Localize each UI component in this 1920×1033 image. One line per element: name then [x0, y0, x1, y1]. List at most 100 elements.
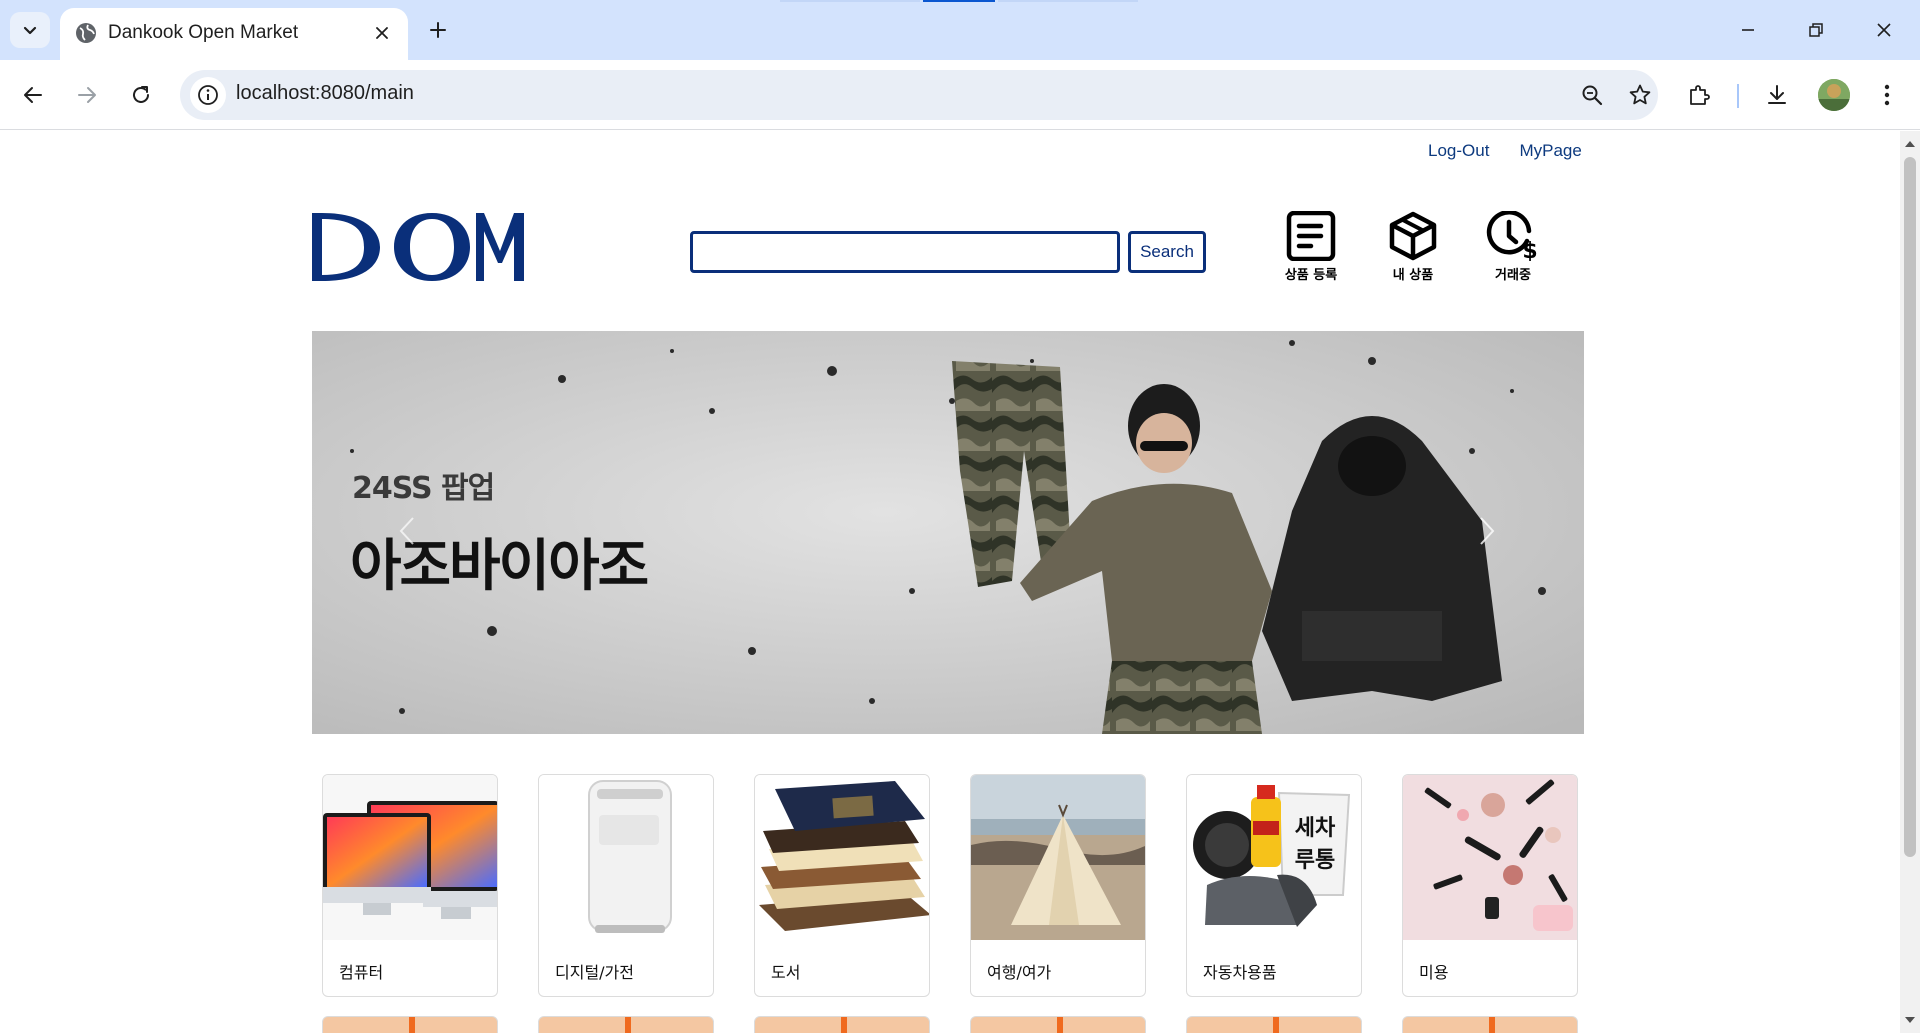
- triangle-up-icon: [1905, 141, 1915, 147]
- category-card-travel[interactable]: 여행/여가: [970, 774, 1146, 997]
- svg-text:$: $: [1522, 239, 1537, 261]
- scroll-down-arrow[interactable]: [1904, 1015, 1916, 1025]
- chevron-left-icon: [399, 517, 414, 545]
- minimize-button[interactable]: [1720, 8, 1776, 52]
- product-card-partial[interactable]: [970, 1016, 1146, 1033]
- banner-subtitle: 24SS 팝업: [352, 471, 495, 506]
- minimize-icon: [1742, 29, 1754, 31]
- chevron-right-icon: [1480, 517, 1495, 545]
- product-card-partial[interactable]: [1402, 1016, 1578, 1033]
- scrollbar-thumb[interactable]: [1904, 157, 1916, 857]
- product-card-partial[interactable]: [322, 1016, 498, 1033]
- search-button[interactable]: Search: [1128, 231, 1206, 273]
- product-image-partial: [1489, 1017, 1495, 1033]
- product-image-partial: [409, 1017, 415, 1033]
- category-label: 도서: [771, 963, 801, 982]
- computer-image: [323, 775, 497, 940]
- category-label: 미용: [1419, 963, 1449, 982]
- scroll-up-arrow[interactable]: [1904, 139, 1916, 149]
- category-card-books[interactable]: 도서: [754, 774, 930, 997]
- category-card-car[interactable]: 세차 루통 자동차용품: [1186, 774, 1362, 997]
- product-image-partial: [1057, 1017, 1063, 1033]
- logout-link[interactable]: Log-Out: [1428, 141, 1489, 161]
- my-products-button[interactable]: 내 상품: [1368, 211, 1458, 283]
- address-bar[interactable]: localhost:8080/main: [180, 70, 1658, 120]
- arrow-left-icon: [24, 87, 42, 103]
- forward-button[interactable]: [68, 76, 106, 114]
- more-vertical-icon: [1884, 84, 1890, 106]
- info-icon: [198, 85, 218, 105]
- mypage-link[interactable]: MyPage: [1519, 141, 1581, 161]
- browser-tab[interactable]: Dankook Open Market: [60, 8, 408, 60]
- zoom-out-icon: [1582, 85, 1603, 106]
- back-button[interactable]: [14, 76, 52, 114]
- promo-banner-carousel[interactable]: 24SS 팝업 아조바이아조: [312, 331, 1584, 734]
- extensions-button[interactable]: [1680, 76, 1718, 114]
- books-image: [755, 775, 929, 940]
- downloads-button[interactable]: [1758, 76, 1796, 114]
- carousel-prev-button[interactable]: [392, 511, 422, 551]
- avatar-image: [1818, 79, 1850, 111]
- tab-strip-indicator: [998, 0, 1138, 2]
- arrow-right-icon: [78, 87, 96, 103]
- register-product-label: 상품 등록: [1284, 268, 1338, 283]
- plus-icon: [430, 22, 446, 38]
- chevron-down-icon: [23, 26, 37, 35]
- product-image-partial: [625, 1017, 631, 1033]
- close-icon: [376, 27, 388, 39]
- product-card-partial[interactable]: [538, 1016, 714, 1033]
- category-label: 여행/여가: [987, 963, 1052, 982]
- url-text: localhost:8080/main: [236, 82, 414, 104]
- product-card-partial[interactable]: [754, 1016, 930, 1033]
- tab-title: Dankook Open Market: [108, 22, 299, 43]
- category-label: 디지털/가전: [555, 963, 634, 982]
- in-transaction-button[interactable]: $ 거래중: [1468, 211, 1558, 283]
- site-logo[interactable]: [310, 211, 524, 288]
- appliance-image: [539, 775, 713, 940]
- profile-avatar[interactable]: [1818, 79, 1850, 111]
- site-info-button[interactable]: [190, 77, 226, 113]
- puzzle-icon: [1690, 85, 1710, 105]
- reload-icon: [133, 86, 149, 103]
- category-label: 자동차용품: [1203, 963, 1277, 982]
- globe-icon: [76, 23, 96, 43]
- category-card-beauty[interactable]: 미용: [1402, 774, 1578, 997]
- clock-dollar-icon: $: [1486, 211, 1538, 261]
- bookmark-button[interactable]: [1622, 77, 1658, 113]
- page-viewport: Log-Out MyPage Search 상품 등록 내 상품 $ 거래중 2…: [0, 131, 1900, 1033]
- close-icon: [1877, 23, 1891, 37]
- box-icon: [1389, 211, 1437, 261]
- restore-button[interactable]: [1788, 8, 1844, 52]
- my-products-label: 내 상품: [1392, 268, 1434, 283]
- restore-icon: [1809, 23, 1823, 37]
- download-icon: [1768, 85, 1786, 104]
- svg-text:루통: 루통: [1295, 848, 1335, 873]
- carousel-next-button[interactable]: [1472, 511, 1502, 551]
- tab-search-button[interactable]: [10, 12, 50, 48]
- tab-strip-indicator: [780, 0, 920, 2]
- zoom-button[interactable]: [1574, 77, 1610, 113]
- reload-button[interactable]: [122, 76, 160, 114]
- in-transaction-label: 거래중: [1495, 268, 1531, 283]
- cosmetics-image: [1403, 775, 1577, 940]
- page-scrollbar[interactable]: [1900, 131, 1920, 1033]
- car-wash-image: 세차 루통: [1187, 775, 1361, 940]
- tent-image: [971, 775, 1145, 940]
- product-card-partial[interactable]: [1186, 1016, 1362, 1033]
- document-list-icon: [1286, 211, 1336, 261]
- close-window-button[interactable]: [1856, 8, 1912, 52]
- category-card-digital[interactable]: 디지털/가전: [538, 774, 714, 997]
- category-label: 컴퓨터: [339, 963, 384, 982]
- svg-text:세차: 세차: [1295, 816, 1336, 841]
- triangle-down-icon: [1905, 1017, 1915, 1023]
- register-product-button[interactable]: 상품 등록: [1266, 211, 1356, 283]
- product-image-partial: [1273, 1017, 1279, 1033]
- category-card-computer[interactable]: 컴퓨터: [322, 774, 498, 997]
- new-tab-button[interactable]: [420, 12, 456, 48]
- browser-menu-button[interactable]: [1868, 76, 1906, 114]
- top-links: Log-Out MyPage: [1428, 141, 1582, 161]
- search-input[interactable]: [690, 231, 1120, 273]
- dom-logo-image: [312, 213, 524, 281]
- tab-close-button[interactable]: [368, 19, 396, 47]
- product-image-partial: [841, 1017, 847, 1033]
